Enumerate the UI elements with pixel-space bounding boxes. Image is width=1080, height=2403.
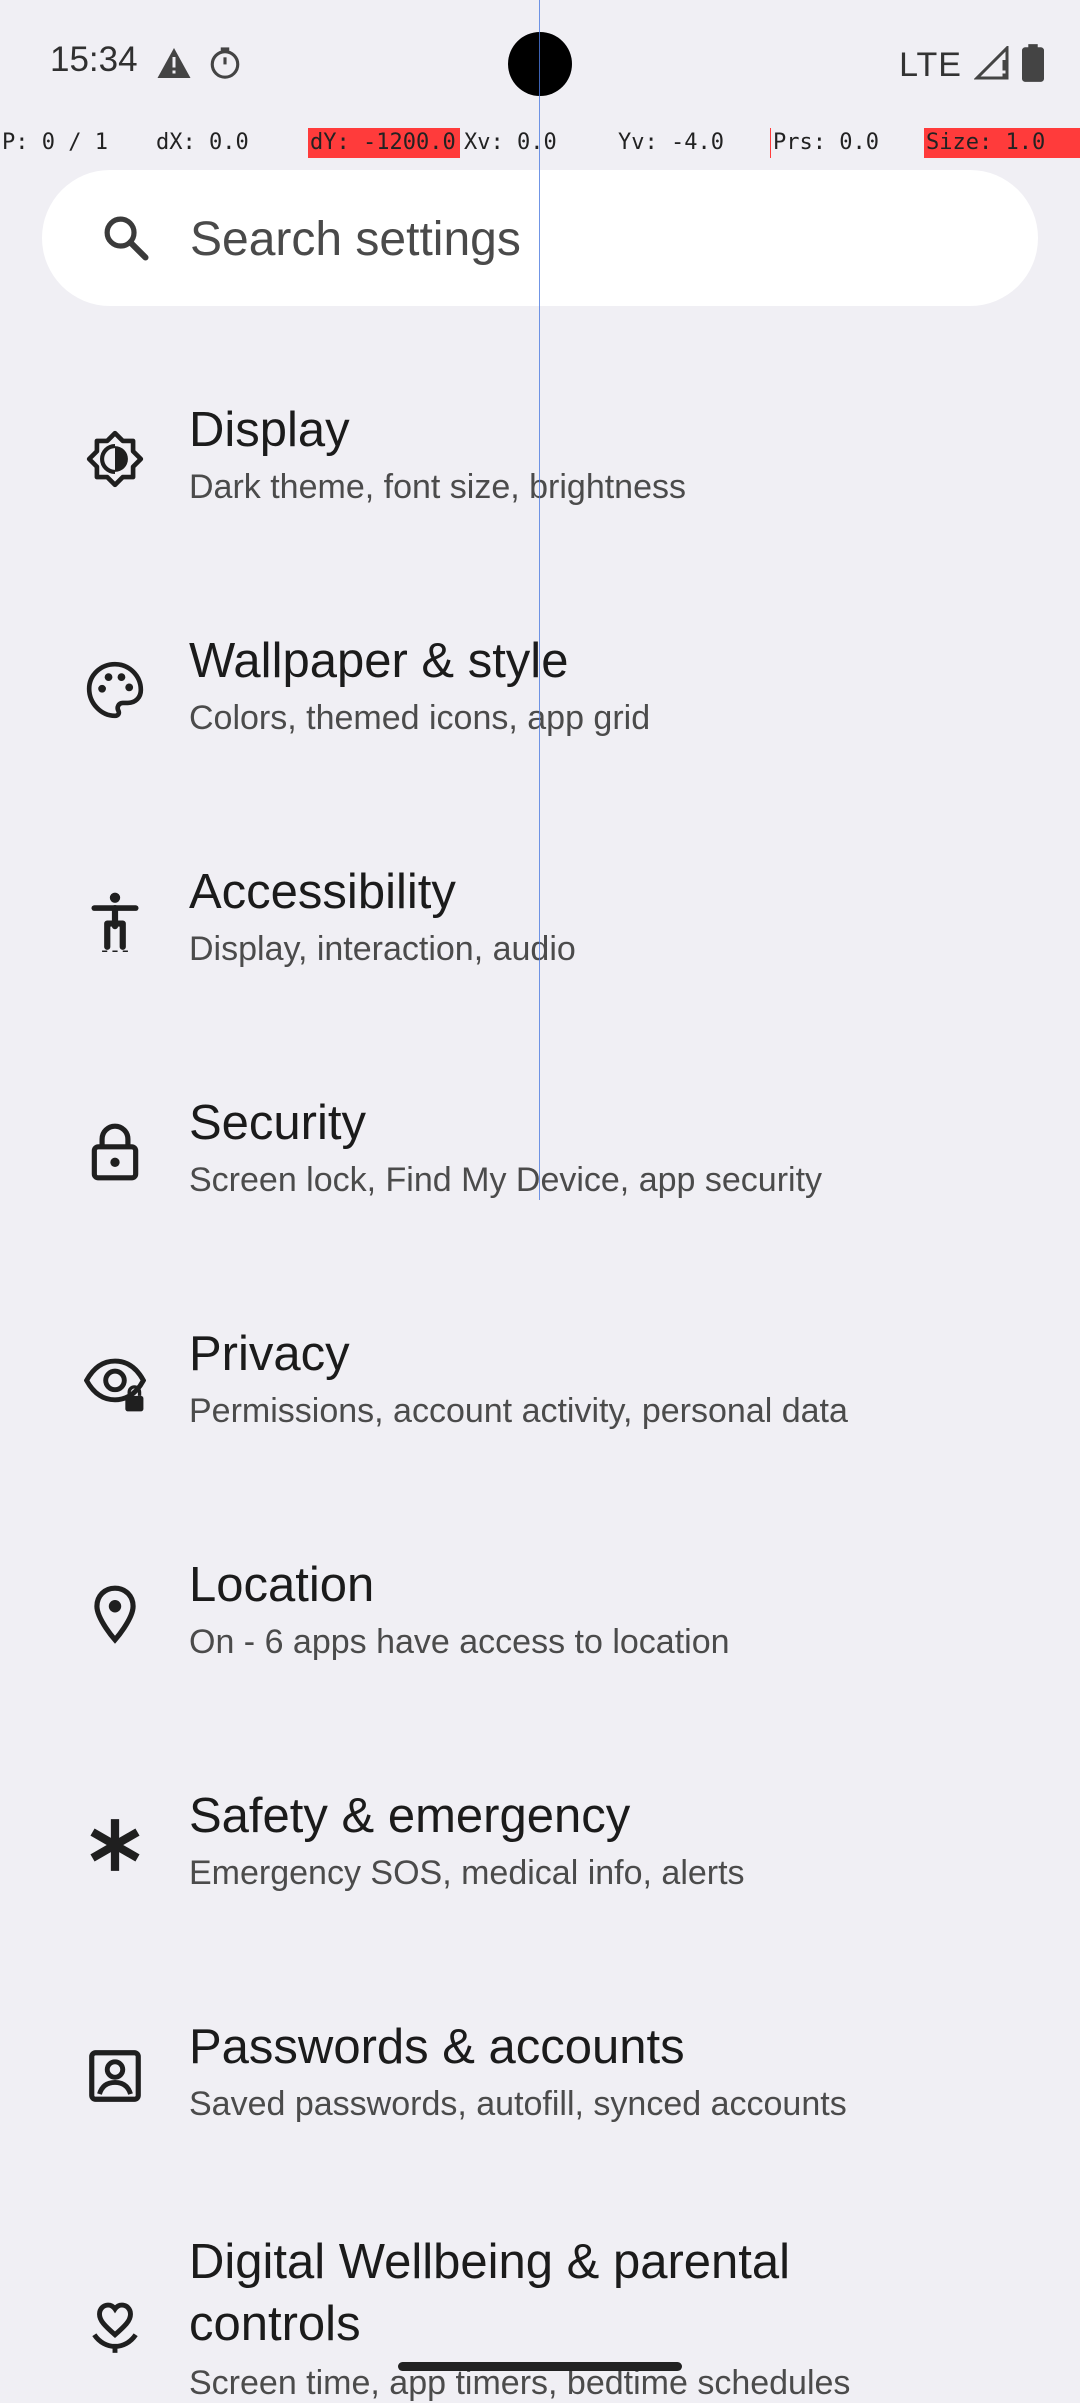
location-pin-icon bbox=[84, 1583, 146, 1645]
debug-size: Size: 1.0 bbox=[924, 128, 1080, 158]
settings-item-subtitle: Dark theme, font size, brightness bbox=[189, 468, 687, 506]
settings-item-title: Passwords & accounts bbox=[189, 2020, 685, 2074]
settings-item-title-line1: Digital Wellbeing & parental bbox=[189, 2235, 791, 2289]
status-notification-icons bbox=[156, 46, 242, 85]
brightness-icon bbox=[84, 428, 146, 490]
debug-xv: Xv: 0.0 bbox=[464, 130, 557, 155]
settings-item-subtitle: Saved passwords, autofill, synced accoun… bbox=[189, 2085, 847, 2123]
battery-icon bbox=[1022, 44, 1044, 87]
settings-item-title: Security bbox=[189, 1096, 367, 1150]
search-icon bbox=[100, 212, 152, 264]
settings-item-subtitle: Display, interaction, audio bbox=[189, 930, 576, 968]
palette-icon bbox=[84, 659, 146, 721]
settings-item-subtitle: On - 6 apps have access to location bbox=[189, 1623, 730, 1661]
settings-item-safety[interactable]: Safety & emergency Emergency SOS, medica… bbox=[0, 1756, 1080, 1987]
settings-item-title: Display bbox=[189, 403, 350, 457]
timer-icon bbox=[208, 46, 242, 85]
debug-dx: dX: 0.0 bbox=[156, 130, 249, 155]
lock-icon bbox=[84, 1121, 146, 1183]
settings-item-title-line2: controls bbox=[189, 2297, 361, 2351]
warning-icon bbox=[156, 46, 192, 85]
settings-item-subtitle: Screen lock, Find My Device, app securit… bbox=[189, 1161, 823, 1199]
network-type: LTE bbox=[899, 46, 962, 84]
camera-cutout bbox=[508, 32, 572, 96]
settings-item-wallpaper[interactable]: Wallpaper & style Colors, themed icons, … bbox=[0, 601, 1080, 832]
signal-icon bbox=[973, 44, 1010, 85]
settings-item-subtitle: Permissions, account activity, personal … bbox=[189, 1392, 848, 1430]
settings-item-subtitle: Colors, themed icons, app grid bbox=[189, 699, 651, 737]
debug-prs: Prs: 0.0 bbox=[770, 128, 879, 158]
settings-item-subtitle: Emergency SOS, medical info, alerts bbox=[189, 1854, 745, 1892]
settings-item-location[interactable]: Location On - 6 apps have access to loca… bbox=[0, 1525, 1080, 1756]
settings-item-display[interactable]: Display Dark theme, font size, brightnes… bbox=[0, 370, 1080, 601]
settings-item-title: Accessibility bbox=[189, 865, 456, 919]
accessibility-icon bbox=[84, 890, 146, 954]
pointer-trace-line bbox=[539, 0, 540, 1200]
account-box-icon bbox=[84, 2045, 146, 2107]
debug-pointer: P: 0 / 1 bbox=[2, 130, 108, 155]
settings-item-digital-wellbeing[interactable]: Digital Wellbeing & parental controls Sc… bbox=[0, 2218, 1080, 2402]
wellbeing-icon bbox=[84, 2296, 146, 2358]
debug-dy: dY: -1200.0 bbox=[308, 128, 460, 158]
search-input[interactable] bbox=[188, 204, 992, 274]
search-bar[interactable] bbox=[42, 170, 1038, 306]
settings-item-accessibility[interactable]: Accessibility Display, interaction, audi… bbox=[0, 832, 1080, 1063]
status-time: 15:34 bbox=[50, 40, 138, 79]
gesture-nav-handle[interactable] bbox=[398, 2362, 682, 2371]
settings-item-privacy[interactable]: Privacy Permissions, account activity, p… bbox=[0, 1294, 1080, 1525]
pointer-debug-overlay: P: 0 / 1 dX: 0.0 dY: -1200.0 Xv: 0.0 Yv:… bbox=[0, 128, 1080, 158]
settings-item-title: Location bbox=[189, 1558, 375, 1612]
settings-item-title: Privacy bbox=[189, 1327, 350, 1381]
settings-item-title: Safety & emergency bbox=[189, 1789, 631, 1843]
settings-item-title: Wallpaper & style bbox=[189, 634, 569, 688]
privacy-eye-icon bbox=[83, 1352, 147, 1414]
debug-yv: Yv: -4.0 bbox=[618, 130, 724, 155]
status-right: LTE bbox=[899, 44, 1044, 87]
asterisk-icon bbox=[84, 1814, 146, 1876]
status-bar: 15:34 LTE bbox=[0, 0, 1080, 128]
settings-item-passwords[interactable]: Passwords & accounts Saved passwords, au… bbox=[0, 1987, 1080, 2218]
settings-item-security[interactable]: Security Screen lock, Find My Device, ap… bbox=[0, 1063, 1080, 1294]
